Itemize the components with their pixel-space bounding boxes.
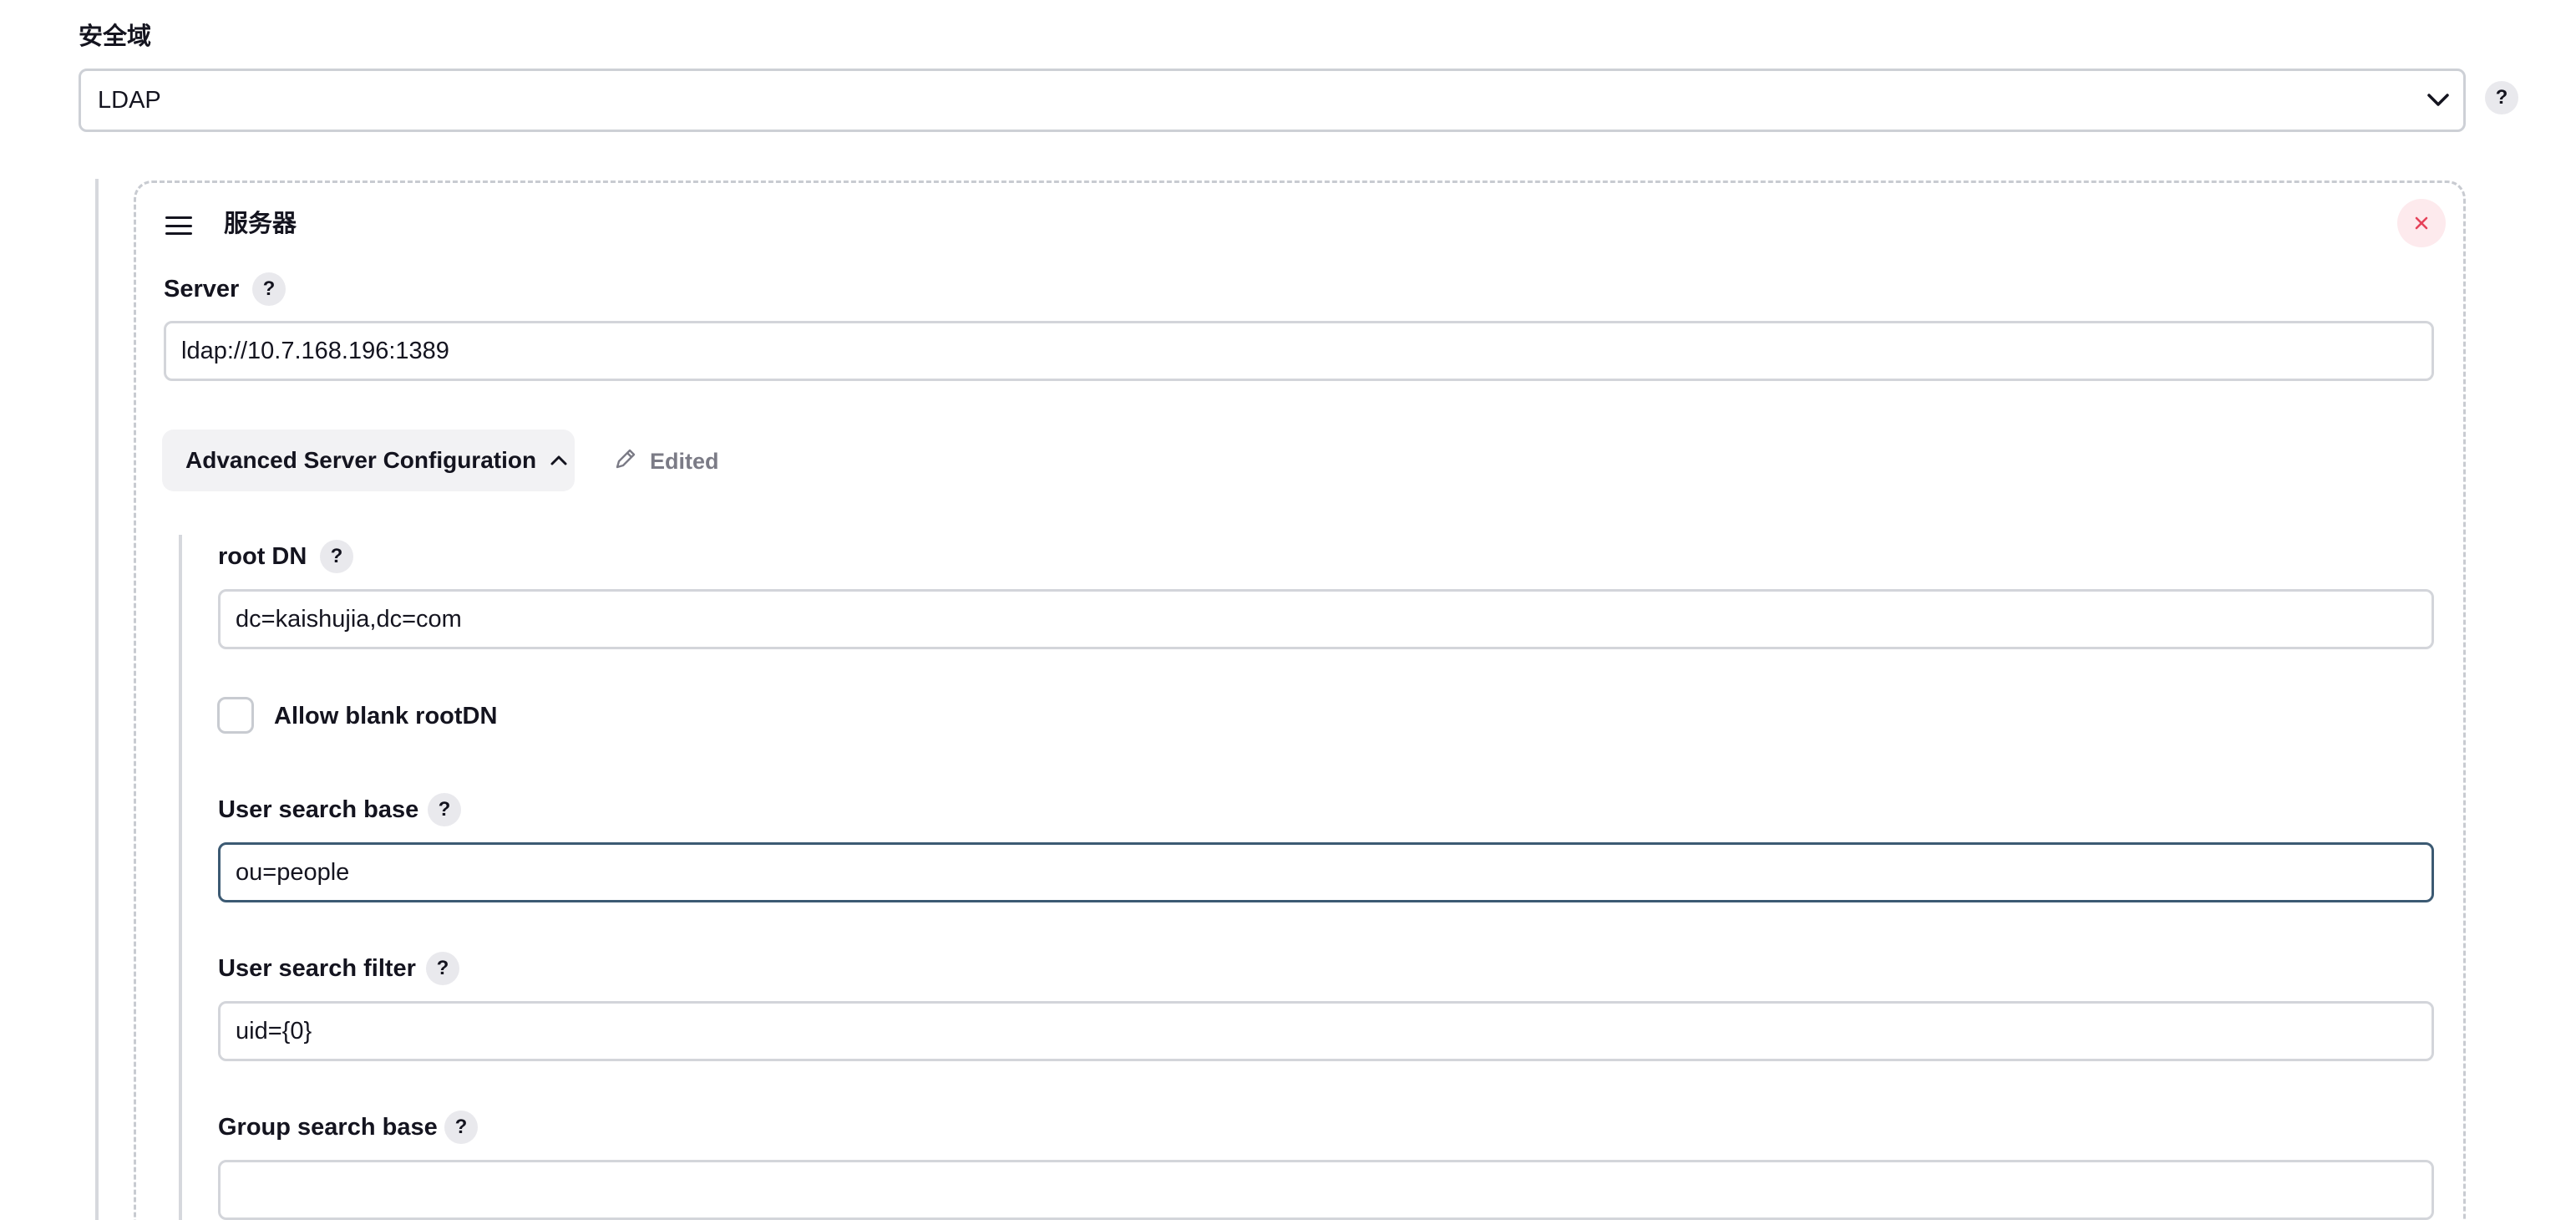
advanced-server-configuration-label: Advanced Server Configuration xyxy=(185,447,537,473)
allow-blank-rootdn-label[interactable]: Allow blank rootDN xyxy=(274,704,497,729)
security-realm-selected-value: LDAP xyxy=(98,86,161,114)
delete-server-button[interactable] xyxy=(2397,199,2446,247)
server-input[interactable]: ldap://10.7.168.196:1389 xyxy=(164,321,2434,381)
user-search-filter-input[interactable]: uid={0} xyxy=(218,1001,2434,1061)
group-search-base-help-button[interactable]: ? xyxy=(444,1111,478,1144)
edited-indicator: Edited xyxy=(613,446,719,477)
chevron-up-icon xyxy=(550,455,568,466)
security-realm-select[interactable]: LDAP xyxy=(79,69,2466,132)
security-realm-help-button[interactable]: ? xyxy=(2485,81,2518,114)
advanced-server-configuration-button[interactable]: Advanced Server Configuration xyxy=(162,430,575,491)
user-search-base-input[interactable]: ou=people xyxy=(218,842,2434,902)
drag-handle-icon[interactable] xyxy=(165,216,192,235)
server-label: Server xyxy=(164,276,240,302)
chevron-down-icon xyxy=(2413,84,2463,117)
pencil-icon xyxy=(613,446,638,477)
user-search-filter-help-button[interactable]: ? xyxy=(426,952,459,985)
root-dn-label: root DN xyxy=(218,543,307,570)
security-realm-label: 安全域 xyxy=(79,23,152,50)
allow-blank-rootdn-checkbox[interactable] xyxy=(217,697,254,734)
root-dn-input[interactable]: dc=kaishujia,dc=com xyxy=(218,589,2434,649)
user-search-base-help-button[interactable]: ? xyxy=(428,793,461,826)
edited-label: Edited xyxy=(650,449,719,474)
group-search-base-label: Group search base xyxy=(218,1114,438,1141)
user-search-filter-label: User search filter xyxy=(218,955,416,982)
group-search-base-input[interactable] xyxy=(218,1160,2434,1220)
advanced-section-bar xyxy=(179,535,182,1220)
server-block-title: 服务器 xyxy=(224,211,297,237)
root-dn-help-button[interactable]: ? xyxy=(320,540,353,573)
server-help-button[interactable]: ? xyxy=(252,272,286,306)
close-icon xyxy=(2415,216,2428,230)
user-search-base-label: User search base xyxy=(218,796,419,823)
nested-section-bar xyxy=(95,179,99,1220)
